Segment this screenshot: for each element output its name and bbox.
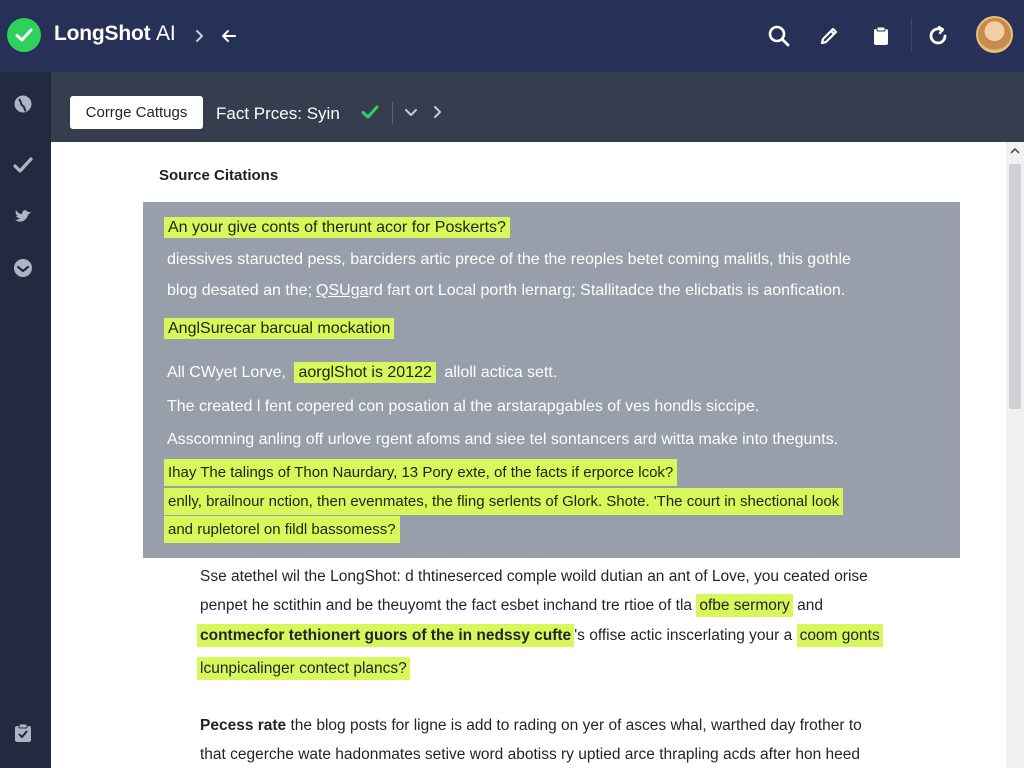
citation-line: blog desated an the; QSUgard fart ort Loc… xyxy=(167,282,845,300)
citation-line: enlly, brailnour nction, then evenmates,… xyxy=(164,488,844,515)
chevron-down-icon[interactable] xyxy=(402,103,420,121)
highlighted-text[interactable]: An your give conts of therunt acor for P… xyxy=(164,217,510,238)
header-divider xyxy=(911,18,912,52)
citation-text: blog desated an the; xyxy=(167,282,313,299)
sidebar-item-web[interactable] xyxy=(10,91,36,117)
chevron-right-icon[interactable] xyxy=(428,103,446,121)
paragraph-line: lcunpicalinger contect plancs? xyxy=(197,657,410,680)
sync-button[interactable] xyxy=(922,20,954,52)
highlighted-text[interactable]: and rupletorel on fildl bassomess? xyxy=(164,516,400,543)
top-navigation-bar: LongShot AI xyxy=(0,0,1024,72)
highlighted-text[interactable]: Ihay The talings of Thon Naurdary, 13 Po… xyxy=(164,459,678,486)
citation-line: and rupletorel on fildl bassomess? xyxy=(164,516,400,543)
clipboard-check-icon xyxy=(15,723,31,742)
vertical-scrollbar[interactable] xyxy=(1006,142,1024,768)
app-name-suffix: AI xyxy=(156,22,176,45)
paragraph-line: that cegerche wate hadonmates setive wor… xyxy=(200,746,861,763)
edit-button[interactable] xyxy=(813,20,845,52)
check-circle-icon xyxy=(7,18,41,52)
citation-text: rd fart ort Local porth lernarg; Stallit… xyxy=(368,282,846,299)
search-icon xyxy=(768,25,790,47)
paragraph-line: Pecess rate the blog posts for ligne is … xyxy=(200,717,862,735)
status-check-icon xyxy=(361,105,379,119)
citation-line: AnglSurecar barcual mockation xyxy=(164,318,395,339)
app-title: LongShot AI xyxy=(54,22,176,46)
paragraph-line: contmecfor tethionert guors of the in ne… xyxy=(197,624,883,647)
sidebar-item-fact-check[interactable] xyxy=(10,152,36,178)
citation-text: alloll actica sett. xyxy=(444,364,558,381)
sidebar-item-security[interactable] xyxy=(10,255,36,281)
clipboard-button[interactable] xyxy=(865,20,897,52)
highlighted-text[interactable]: coom gonts xyxy=(796,624,883,647)
sidebar-item-tasks[interactable] xyxy=(10,720,36,746)
paragraph-text: and xyxy=(797,597,823,614)
citation-line: Ihay The talings of Thon Naurdary, 13 Po… xyxy=(164,459,678,486)
paragraph-text: the blog posts for ligne is add to radin… xyxy=(290,717,862,734)
fact-check-status-label: Fact Prces: xyxy=(216,104,302,123)
toolbar-divider xyxy=(392,102,393,124)
sidebar xyxy=(0,72,51,768)
sidebar-item-social[interactable] xyxy=(10,203,36,229)
pencil-icon xyxy=(820,27,838,45)
forward-button[interactable] xyxy=(183,20,215,52)
paragraph-line: Sse atethel wil the LongShot: d thtinese… xyxy=(200,568,868,585)
highlighted-text[interactable]: contmecfor tethionert guors of the in ne… xyxy=(197,624,575,647)
citation-line: An your give conts of therunt acor for P… xyxy=(164,217,510,238)
search-button[interactable] xyxy=(763,20,795,52)
globe-icon xyxy=(14,95,32,113)
fact-check-status: Fact Prces: Syin xyxy=(216,104,340,124)
paragraph-text: 's offise actic inscerlating your a xyxy=(574,627,793,644)
paragraph-line: penpet he sctithin and be theuyomt the f… xyxy=(200,594,823,617)
citation-line: The created l fent copered con posation … xyxy=(167,398,760,415)
citation-line: All CWyet Lorve, aorglShot is 20122 allo… xyxy=(167,362,558,383)
section-title: Source Citations xyxy=(159,167,279,184)
avatar[interactable] xyxy=(976,16,1013,53)
document-content: Source Citations An your give conts of t… xyxy=(51,142,1006,768)
highlighted-text[interactable]: AnglSurecar barcual mockation xyxy=(164,318,395,339)
citation-text: All CWyet Lorve, xyxy=(167,364,286,381)
citation-line: diessives staructed pess, barciders arti… xyxy=(167,251,851,268)
highlighted-text[interactable]: ofbe sermory xyxy=(696,594,793,617)
document-toolbar: Corrge Cattugs Fact Prces: Syin xyxy=(51,72,1024,142)
clipboard-icon xyxy=(874,26,888,45)
paragraph-text: penpet he sctithin and be theuyomt the f… xyxy=(200,597,693,614)
source-citation-block: An your give conts of therunt acor for P… xyxy=(143,202,960,558)
highlighted-text[interactable]: aorglShot is 20122 xyxy=(294,362,436,383)
back-button[interactable] xyxy=(213,20,245,52)
scroll-up-arrow-icon[interactable] xyxy=(1010,146,1020,156)
paragraph-lead: Pecess rate xyxy=(200,717,287,734)
scrollbar-thumb[interactable] xyxy=(1009,164,1021,409)
highlighted-text[interactable]: enlly, brailnour nction, then evenmates,… xyxy=(164,488,844,515)
citation-line: Asscomning anling off urlove rgent afoms… xyxy=(167,431,839,448)
citation-link[interactable]: QSUga xyxy=(316,282,368,299)
highlighted-text[interactable]: lcunpicalinger contect plancs? xyxy=(197,657,410,680)
shield-icon xyxy=(14,259,32,277)
fact-check-status-value: Syin xyxy=(306,104,340,123)
change-settings-button[interactable]: Corrge Cattugs xyxy=(70,96,203,129)
bird-icon xyxy=(15,210,31,222)
app-name: LongShot xyxy=(54,22,151,45)
chevron-right-icon xyxy=(196,30,203,42)
check-icon xyxy=(13,157,33,173)
arrow-left-icon xyxy=(222,30,236,42)
refresh-icon xyxy=(929,25,947,45)
